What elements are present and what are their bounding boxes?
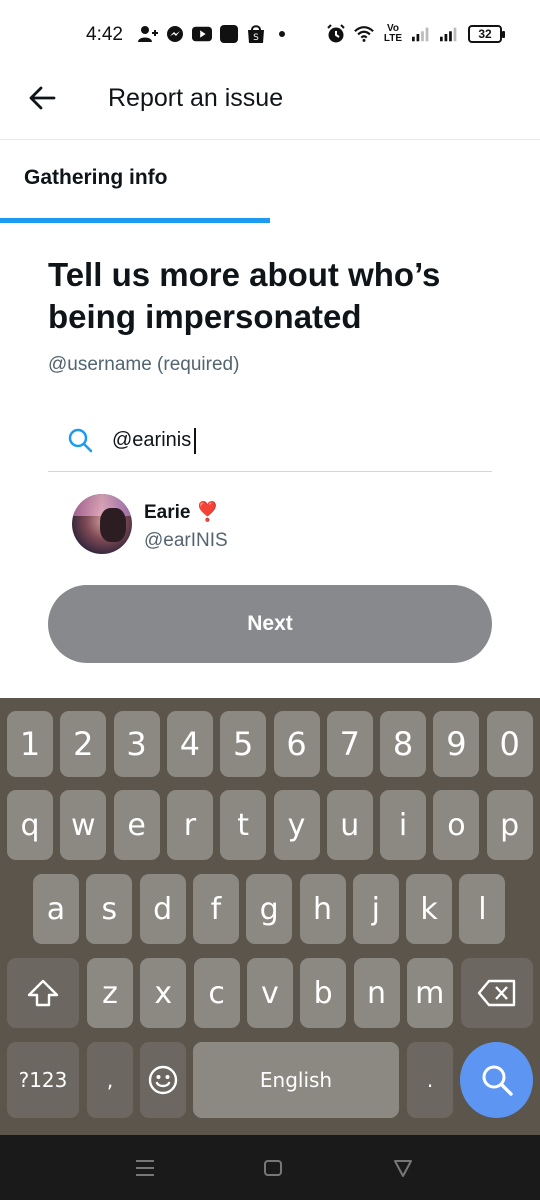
- system-nav-bar: [0, 1135, 540, 1200]
- system-icons: Vo LTE 32: [326, 23, 505, 44]
- key-l[interactable]: l: [459, 874, 506, 944]
- key-8[interactable]: 8: [380, 711, 427, 777]
- app-icon: [219, 24, 239, 44]
- dot-icon: [279, 31, 285, 37]
- battery-indicator: 32: [468, 25, 505, 43]
- key-s[interactable]: s: [86, 874, 133, 944]
- backspace-key[interactable]: [461, 958, 533, 1028]
- suggestion-name: Earie ❣️: [144, 500, 219, 524]
- square-icon: [264, 1160, 282, 1176]
- recents-button[interactable]: [130, 1153, 160, 1183]
- search-icon: [482, 1065, 513, 1096]
- alarm-icon: [326, 24, 346, 44]
- step-label: Gathering info: [24, 166, 168, 189]
- space-key[interactable]: English: [193, 1042, 399, 1118]
- key-d[interactable]: d: [139, 874, 186, 944]
- shift-key[interactable]: [7, 958, 79, 1028]
- key-z[interactable]: z: [87, 958, 133, 1028]
- key-7[interactable]: 7: [326, 711, 373, 777]
- key-h[interactable]: h: [299, 874, 346, 944]
- home-button[interactable]: [258, 1153, 288, 1183]
- key-m[interactable]: m: [406, 958, 453, 1028]
- key-c[interactable]: c: [193, 958, 240, 1028]
- key-3[interactable]: 3: [113, 711, 160, 777]
- shop-icon: S: [246, 24, 266, 44]
- heart-exclamation-icon: ❣️: [195, 502, 220, 523]
- page-title: Report an issue: [108, 84, 284, 112]
- soft-keyboard: 1 2 3 4 5 6 7 8 9 0 q w e r t y u i o p a s d f g h j k l z x c v b n m ?123…: [0, 698, 540, 1135]
- back-nav-button[interactable]: [388, 1153, 418, 1183]
- person-add-icon: [138, 24, 158, 44]
- emoji-key[interactable]: [140, 1042, 186, 1118]
- notification-icons: S: [138, 24, 285, 44]
- suggestion-handle: @earINIS: [144, 530, 228, 551]
- key-r[interactable]: r: [166, 790, 213, 860]
- suggestion-display-name: Earie: [144, 502, 191, 523]
- key-2[interactable]: 2: [60, 711, 107, 777]
- key-j[interactable]: j: [352, 874, 399, 944]
- key-x[interactable]: x: [140, 958, 187, 1028]
- key-t[interactable]: t: [220, 790, 267, 860]
- question-heading: Tell us more about who’s being impersona…: [48, 256, 441, 335]
- user-suggestion[interactable]: Earie ❣️ @earINIS: [48, 490, 492, 556]
- key-o[interactable]: o: [433, 790, 480, 860]
- back-button[interactable]: [24, 80, 60, 116]
- triangle-back-icon: [394, 1160, 412, 1177]
- comma-key[interactable]: ,: [87, 1042, 133, 1118]
- key-i[interactable]: i: [380, 790, 427, 860]
- key-f[interactable]: f: [192, 874, 239, 944]
- key-n[interactable]: n: [353, 958, 400, 1028]
- wifi-icon: [354, 24, 374, 44]
- key-5[interactable]: 5: [220, 711, 267, 777]
- shift-icon: [27, 979, 59, 1007]
- next-button[interactable]: Next: [48, 585, 492, 663]
- menu-icon: [136, 1160, 154, 1176]
- key-v[interactable]: v: [246, 958, 293, 1028]
- key-e[interactable]: e: [113, 790, 160, 860]
- key-b[interactable]: b: [300, 958, 347, 1028]
- key-9[interactable]: 9: [433, 711, 480, 777]
- status-time: 4:42: [86, 24, 123, 45]
- key-6[interactable]: 6: [273, 711, 320, 777]
- text-cursor: [194, 428, 196, 454]
- username-search-field[interactable]: [48, 410, 492, 472]
- key-p[interactable]: p: [486, 790, 533, 860]
- key-a[interactable]: a: [33, 874, 79, 944]
- app-header: Report an issue: [0, 70, 540, 140]
- key-g[interactable]: g: [246, 874, 293, 944]
- key-y[interactable]: y: [273, 790, 320, 860]
- key-k[interactable]: k: [406, 874, 453, 944]
- emoji-icon: [148, 1065, 178, 1095]
- field-hint: @username (required): [48, 354, 240, 375]
- key-q[interactable]: q: [7, 790, 53, 860]
- key-4[interactable]: 4: [166, 711, 213, 777]
- key-w[interactable]: w: [60, 790, 107, 860]
- arrow-left-icon: [29, 86, 56, 110]
- key-0[interactable]: 0: [486, 711, 533, 777]
- avatar: [72, 494, 132, 554]
- volte-indicator: Vo LTE: [383, 23, 403, 44]
- signal-icon: [412, 24, 432, 44]
- symbols-key[interactable]: ?123: [7, 1042, 79, 1118]
- svg-text:S: S: [253, 33, 259, 43]
- status-bar: 4:42 S Vo LTE 32: [0, 0, 540, 70]
- messenger-icon: [165, 24, 185, 44]
- youtube-icon: [192, 24, 212, 44]
- search-icon: [68, 428, 93, 453]
- progress-bar: [0, 218, 270, 223]
- search-key[interactable]: [460, 1042, 533, 1118]
- key-1[interactable]: 1: [7, 711, 53, 777]
- period-key[interactable]: .: [407, 1042, 453, 1118]
- username-input[interactable]: [112, 424, 472, 456]
- signal-icon: [440, 24, 460, 44]
- backspace-icon: [477, 979, 516, 1007]
- key-u[interactable]: u: [326, 790, 373, 860]
- step-section: Gathering info: [0, 140, 540, 224]
